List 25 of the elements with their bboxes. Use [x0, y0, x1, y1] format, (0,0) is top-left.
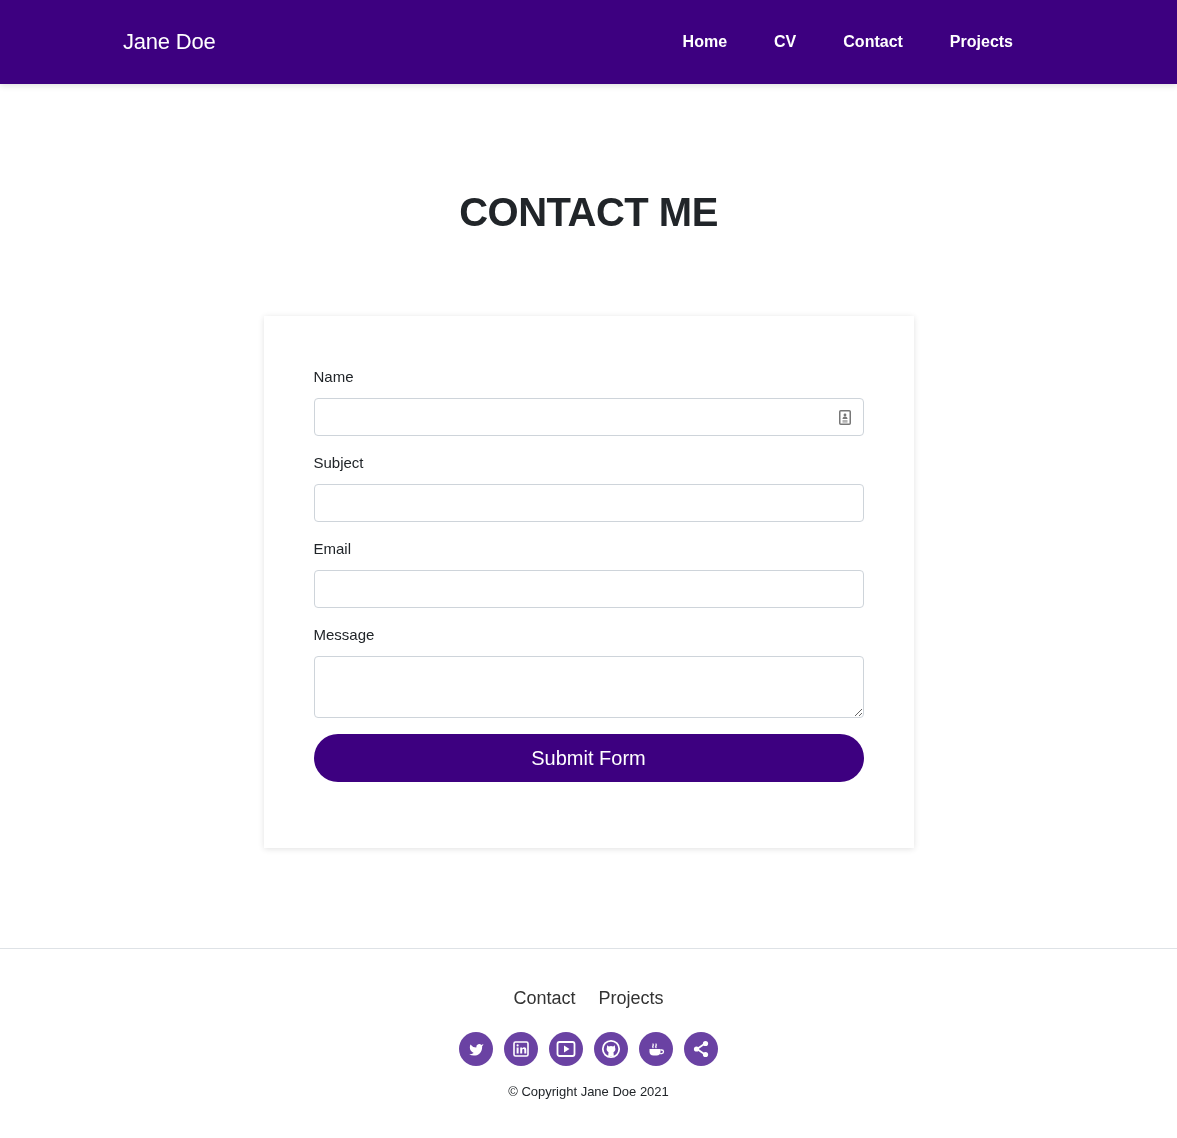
contact-card-icon[interactable] — [838, 409, 851, 425]
play-icon[interactable] — [549, 1032, 583, 1066]
copyright-text: © Copyright Jane Doe 2021 — [508, 1083, 669, 1101]
input-field[interactable] — [313, 398, 864, 436]
footer-link[interactable]: Contact — [513, 985, 576, 1012]
message-field[interactable] — [313, 656, 864, 718]
cat-ring-icon[interactable] — [594, 1032, 628, 1066]
submit-button[interactable]: Submit Form — [313, 734, 864, 782]
field-label: Email — [313, 539, 351, 559]
in-square-logo-icon[interactable] — [504, 1032, 538, 1066]
cup-icon[interactable] — [639, 1032, 673, 1066]
input-field[interactable] — [313, 484, 864, 522]
bird-icon[interactable] — [459, 1032, 493, 1066]
input-field[interactable] — [313, 570, 864, 608]
site-brand-link[interactable]: Jane Doe — [123, 29, 216, 55]
nav-link[interactable]: Contact — [843, 33, 903, 51]
nav-link[interactable]: Home — [682, 33, 728, 51]
nav-link[interactable]: CV — [774, 33, 797, 51]
share-icon[interactable] — [684, 1032, 718, 1066]
field-label: Name — [313, 367, 354, 387]
field-label: Subject — [313, 453, 364, 473]
field-label: Message — [313, 625, 375, 645]
nav-link[interactable]: Projects — [949, 33, 1013, 51]
page-heading: CONTACT ME — [459, 189, 718, 236]
footer-link[interactable]: Projects — [598, 985, 664, 1012]
